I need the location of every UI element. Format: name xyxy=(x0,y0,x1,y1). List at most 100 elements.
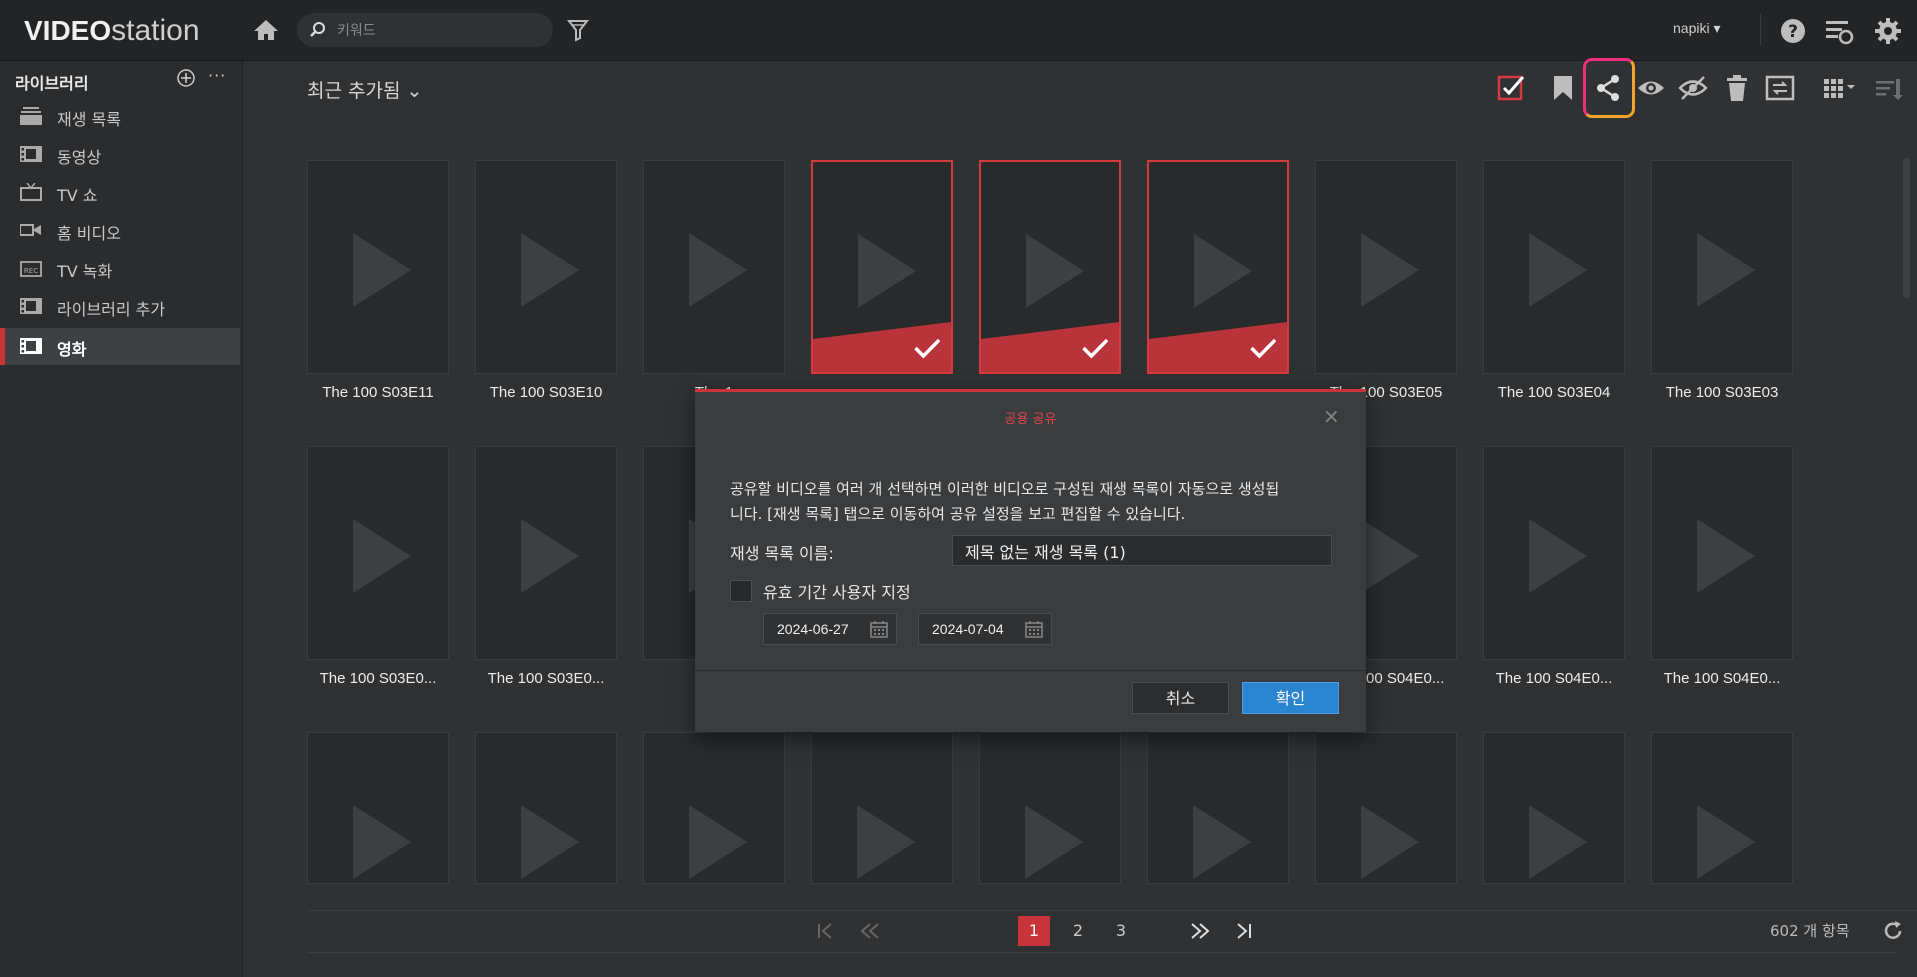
tv-record-icon: REC xyxy=(20,261,42,277)
divider xyxy=(1760,14,1761,46)
video-tile[interactable] xyxy=(1651,446,1793,660)
last-page-icon[interactable] xyxy=(1232,922,1254,940)
play-icon xyxy=(1529,233,1587,307)
film-icon xyxy=(20,338,42,354)
sidebar-item-label: TV 쇼 xyxy=(57,186,98,205)
video-tile[interactable] xyxy=(1651,732,1793,884)
sort-list-icon[interactable] xyxy=(1874,73,1904,103)
tv-icon xyxy=(20,183,42,201)
video-tile[interactable] xyxy=(1315,160,1457,374)
share-icon[interactable] xyxy=(1593,73,1623,103)
video-title[interactable]: The 100 S03E04 xyxy=(1479,384,1629,401)
sidebar-item-movies[interactable]: 영화 xyxy=(0,328,240,365)
play-icon xyxy=(858,234,916,308)
scrollbar[interactable] xyxy=(1903,158,1910,298)
video-tile[interactable] xyxy=(1483,446,1625,660)
sidebar-item-tv-shows[interactable]: TV 쇼 xyxy=(0,174,240,211)
sidebar-item-label: 동영상 xyxy=(57,148,102,167)
video-tile[interactable] xyxy=(979,160,1121,374)
video-title[interactable]: The 100 S03E03 xyxy=(1647,384,1797,401)
prev-pages-icon[interactable] xyxy=(858,922,882,940)
eye-icon[interactable] xyxy=(1636,73,1666,103)
video-tile[interactable] xyxy=(1147,160,1289,374)
sidebar-item-playlist[interactable]: 재생 목록 xyxy=(0,98,240,135)
page-3-button[interactable]: 3 xyxy=(1106,916,1136,946)
video-title[interactable]: The 100 S04E0... xyxy=(1647,670,1797,687)
page-2-button[interactable]: 2 xyxy=(1063,916,1093,946)
bookmark-icon[interactable] xyxy=(1548,73,1578,103)
filter-icon[interactable] xyxy=(566,18,590,42)
video-tile[interactable] xyxy=(979,732,1121,884)
ok-button[interactable]: 확인 xyxy=(1242,682,1339,714)
video-title[interactable]: The 100 S03E10 xyxy=(471,384,621,401)
divider xyxy=(695,670,1366,671)
search-input[interactable] xyxy=(335,19,539,43)
video-tile[interactable] xyxy=(643,160,785,374)
library-more-button[interactable]: ··· xyxy=(208,66,226,85)
page-1-button[interactable]: 1 xyxy=(1018,916,1050,946)
cancel-button[interactable]: 취소 xyxy=(1132,682,1229,714)
sidebar-item-videos[interactable]: 동영상 xyxy=(0,136,240,173)
video-tile[interactable] xyxy=(811,160,953,374)
play-icon xyxy=(689,805,747,879)
first-page-icon[interactable] xyxy=(815,922,837,940)
video-tile[interactable] xyxy=(307,732,449,884)
video-tile[interactable] xyxy=(1483,160,1625,374)
next-pages-icon[interactable] xyxy=(1188,922,1212,940)
selected-check-icon xyxy=(1149,322,1287,372)
video-tile[interactable] xyxy=(475,732,617,884)
divider xyxy=(307,952,1897,953)
sidebar-item-tv-recording[interactable]: REC TV 녹화 xyxy=(0,250,240,287)
video-tile[interactable] xyxy=(1147,732,1289,884)
help-icon[interactable]: ? xyxy=(1778,16,1808,46)
play-icon xyxy=(1361,805,1419,879)
playlist-name-input[interactable] xyxy=(952,535,1332,566)
search-box[interactable] xyxy=(297,13,553,47)
end-date-field[interactable]: 2024-07-04 xyxy=(918,613,1052,645)
video-tile[interactable] xyxy=(1483,732,1625,884)
video-tile[interactable] xyxy=(1651,160,1793,374)
sidebar-item-label: 재생 목록 xyxy=(57,110,121,129)
trash-icon[interactable] xyxy=(1722,73,1752,103)
convert-icon[interactable] xyxy=(1765,73,1795,103)
dialog-description: 니다. [재생 목록] 탭으로 이동하여 공유 설정을 보고 편집할 수 있습니… xyxy=(730,505,1186,523)
video-tile[interactable] xyxy=(307,160,449,374)
sidebar-item-label: TV 녹화 xyxy=(57,262,113,281)
play-icon xyxy=(1025,805,1083,879)
video-title[interactable]: The 100 S03E0... xyxy=(303,670,453,687)
add-library-icon[interactable] xyxy=(176,68,196,88)
play-icon xyxy=(1026,234,1084,308)
select-all-icon[interactable] xyxy=(1496,73,1526,103)
video-title[interactable]: The 100 S03E0... xyxy=(471,670,621,687)
sort-dropdown[interactable]: 최근 추가됨 ⌄ xyxy=(307,76,422,103)
play-icon xyxy=(857,805,915,879)
user-menu[interactable]: napiki ▾ xyxy=(1673,20,1721,37)
close-icon[interactable]: × xyxy=(1323,404,1340,428)
video-title[interactable]: The 100 S03E11 xyxy=(303,384,453,401)
sidebar-item-home-video[interactable]: 홈 비디오 xyxy=(0,212,240,249)
play-icon xyxy=(353,233,411,307)
custom-validity-checkbox[interactable] xyxy=(730,580,752,602)
grid-view-icon[interactable] xyxy=(1822,73,1858,103)
play-icon xyxy=(521,233,579,307)
eye-off-icon[interactable] xyxy=(1678,73,1708,103)
video-tile[interactable] xyxy=(307,446,449,660)
calendar-icon xyxy=(1025,621,1043,638)
gear-icon[interactable] xyxy=(1873,16,1903,46)
sidebar-item-add-library[interactable]: 라이브러리 추가 xyxy=(0,288,240,325)
video-tile[interactable] xyxy=(811,732,953,884)
camcorder-icon xyxy=(20,224,41,236)
svg-text:?: ? xyxy=(1788,22,1798,42)
home-icon[interactable] xyxy=(252,18,280,42)
video-title[interactable]: The 100 S04E0... xyxy=(1479,670,1629,687)
video-tile[interactable] xyxy=(643,732,785,884)
start-date-field[interactable]: 2024-06-27 xyxy=(763,613,897,645)
video-tile[interactable] xyxy=(1315,732,1457,884)
video-tile[interactable] xyxy=(475,160,617,374)
video-tile[interactable] xyxy=(475,446,617,660)
task-queue-icon[interactable] xyxy=(1824,16,1854,46)
playlist-name-label: 재생 목록 이름: xyxy=(730,544,834,563)
refresh-icon[interactable] xyxy=(1882,920,1904,942)
film-icon xyxy=(20,146,42,162)
search-icon xyxy=(310,22,325,37)
